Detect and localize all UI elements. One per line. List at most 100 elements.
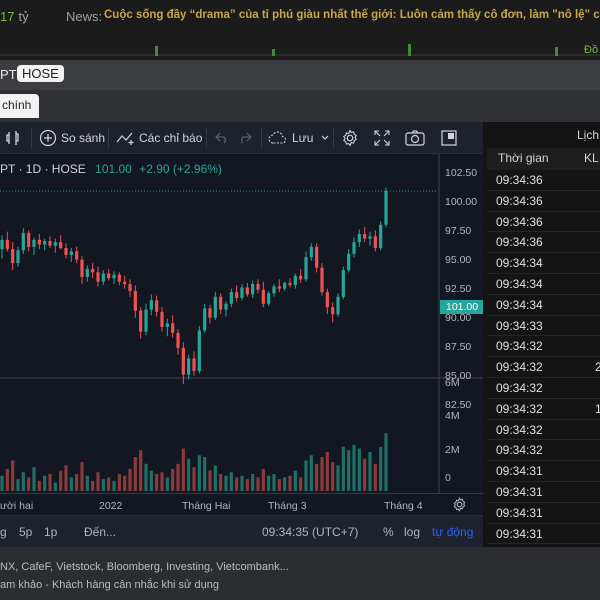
volume-bar bbox=[123, 475, 127, 491]
candle-body bbox=[144, 309, 148, 332]
volume-bar bbox=[224, 475, 228, 491]
undo-icon[interactable] bbox=[215, 122, 229, 154]
footer-sources: NX, CafeF, Vietstock, Bloomberg, Investi… bbox=[0, 561, 289, 573]
axis-settings-gear-icon[interactable] bbox=[452, 497, 467, 512]
trade-time: 09:34:36 bbox=[496, 214, 543, 229]
candle-body bbox=[245, 287, 249, 295]
candle-body bbox=[251, 284, 255, 295]
news-headline-link[interactable]: Cuộc sống đầy “drama” của tỉ phú giàu nh… bbox=[104, 9, 600, 21]
candle-body bbox=[80, 259, 84, 278]
clock-timezone[interactable]: 09:34:35 (UTC+7) bbox=[262, 525, 358, 539]
volume-bar bbox=[171, 468, 175, 491]
candle-body bbox=[101, 273, 105, 282]
volume-bar bbox=[336, 465, 340, 491]
volume-bar bbox=[208, 470, 212, 491]
trade-time: 09:34:31 bbox=[496, 464, 543, 479]
candle-body bbox=[176, 332, 180, 348]
candle-body bbox=[75, 251, 79, 260]
trade-history-panel: Lịch Thời gian KL 09:34:36 09:34:36 09:34:… bbox=[487, 122, 600, 547]
time-axis[interactable]: ười hai 2022 Tháng Hai Tháng 3 Tháng 4 bbox=[0, 493, 483, 515]
volume-bar bbox=[347, 450, 351, 491]
candle-body bbox=[357, 234, 361, 243]
range-button[interactable]: g bbox=[0, 525, 7, 539]
save-layout-button[interactable]: Lưu bbox=[268, 122, 329, 154]
trade-table-header: Thời gian KL bbox=[487, 148, 600, 170]
trade-row: 09:34:32 2 bbox=[487, 357, 600, 378]
volume-bar bbox=[304, 460, 308, 491]
volume-bar bbox=[160, 472, 164, 491]
candle-body bbox=[21, 232, 25, 251]
auto-scale-toggle[interactable]: tự động bbox=[432, 525, 473, 539]
goto-date-button[interactable]: Đến... bbox=[84, 525, 116, 539]
settings-gear-icon[interactable] bbox=[341, 122, 359, 154]
indicators-button[interactable]: Các chỉ báo bbox=[116, 122, 202, 154]
volume-bar bbox=[379, 446, 383, 491]
tab-main-chart[interactable]: chính bbox=[0, 94, 40, 118]
redo-icon[interactable] bbox=[238, 122, 252, 154]
volume-bar bbox=[219, 474, 223, 491]
volume-bar bbox=[256, 477, 260, 491]
candle-body bbox=[379, 224, 383, 248]
volume-bar bbox=[357, 448, 361, 491]
volume-bar bbox=[64, 465, 68, 491]
candle-body bbox=[69, 251, 73, 255]
legend-price: 101.00 bbox=[95, 162, 132, 176]
candle-body bbox=[155, 300, 159, 312]
volume-bar bbox=[139, 450, 143, 491]
candle-body bbox=[347, 253, 351, 271]
candle-body bbox=[187, 358, 191, 375]
candle-body bbox=[240, 287, 244, 298]
candle-body bbox=[320, 267, 324, 293]
candle-body bbox=[128, 284, 132, 291]
camera-icon[interactable] bbox=[405, 122, 425, 154]
symbol-header: PT HOSE bbox=[0, 60, 600, 90]
exchange-badge: HOSE bbox=[17, 65, 64, 82]
candle-body bbox=[48, 241, 52, 246]
candle-body bbox=[197, 330, 201, 372]
candle-body bbox=[149, 300, 153, 310]
chevron-down-icon bbox=[321, 135, 329, 140]
candle-body bbox=[43, 241, 47, 245]
candlestick-chart[interactable] bbox=[0, 154, 483, 493]
candle-body bbox=[59, 242, 63, 248]
candle-body bbox=[219, 296, 223, 310]
time-label: ười hai bbox=[0, 500, 34, 512]
volume-bar bbox=[21, 472, 25, 491]
candle-body bbox=[229, 292, 233, 304]
trade-row: 09:34:36 bbox=[487, 212, 600, 233]
volume-bar bbox=[272, 474, 276, 491]
range-1m-button[interactable]: 1p bbox=[44, 525, 57, 539]
candle-body bbox=[299, 275, 303, 280]
candle-body bbox=[368, 236, 372, 239]
volume-bar bbox=[59, 470, 63, 491]
top-right-label: Đồ bbox=[584, 44, 599, 56]
volume-axis-label: 6M bbox=[445, 377, 460, 389]
trade-row: 09:34:33 bbox=[487, 316, 600, 337]
candle-body bbox=[331, 307, 335, 315]
candle-body bbox=[325, 292, 329, 308]
log-scale-toggle[interactable]: log bbox=[404, 525, 420, 539]
candle-body bbox=[288, 282, 292, 286]
panel-toggle-icon[interactable] bbox=[441, 122, 457, 154]
bar-style-icon[interactable] bbox=[6, 122, 20, 154]
fullscreen-icon[interactable] bbox=[374, 122, 390, 154]
range-5m-button[interactable]: 5p bbox=[19, 525, 32, 539]
column-header-volume: KL bbox=[584, 151, 599, 165]
candle-body bbox=[133, 290, 137, 311]
candle-body bbox=[341, 270, 345, 297]
volume-bar bbox=[235, 477, 239, 491]
candle-body bbox=[352, 242, 356, 254]
volume-axis-label: 4M bbox=[445, 410, 460, 422]
volume-bar bbox=[176, 463, 180, 491]
trade-time: 09:34:34 bbox=[496, 297, 543, 312]
indicators-icon bbox=[116, 132, 134, 145]
percent-scale-toggle[interactable]: % bbox=[383, 525, 394, 539]
candle-body bbox=[171, 323, 175, 333]
trade-time: 09:34:32 bbox=[496, 443, 543, 458]
candle-body bbox=[85, 268, 89, 278]
cloud-icon bbox=[268, 131, 287, 144]
trade-row: 09:34:31 bbox=[487, 503, 600, 524]
trade-time: 09:34:34 bbox=[496, 277, 543, 291]
trade-time: 09:34:32 bbox=[496, 401, 543, 416]
compare-button[interactable]: So sánh bbox=[39, 122, 105, 154]
